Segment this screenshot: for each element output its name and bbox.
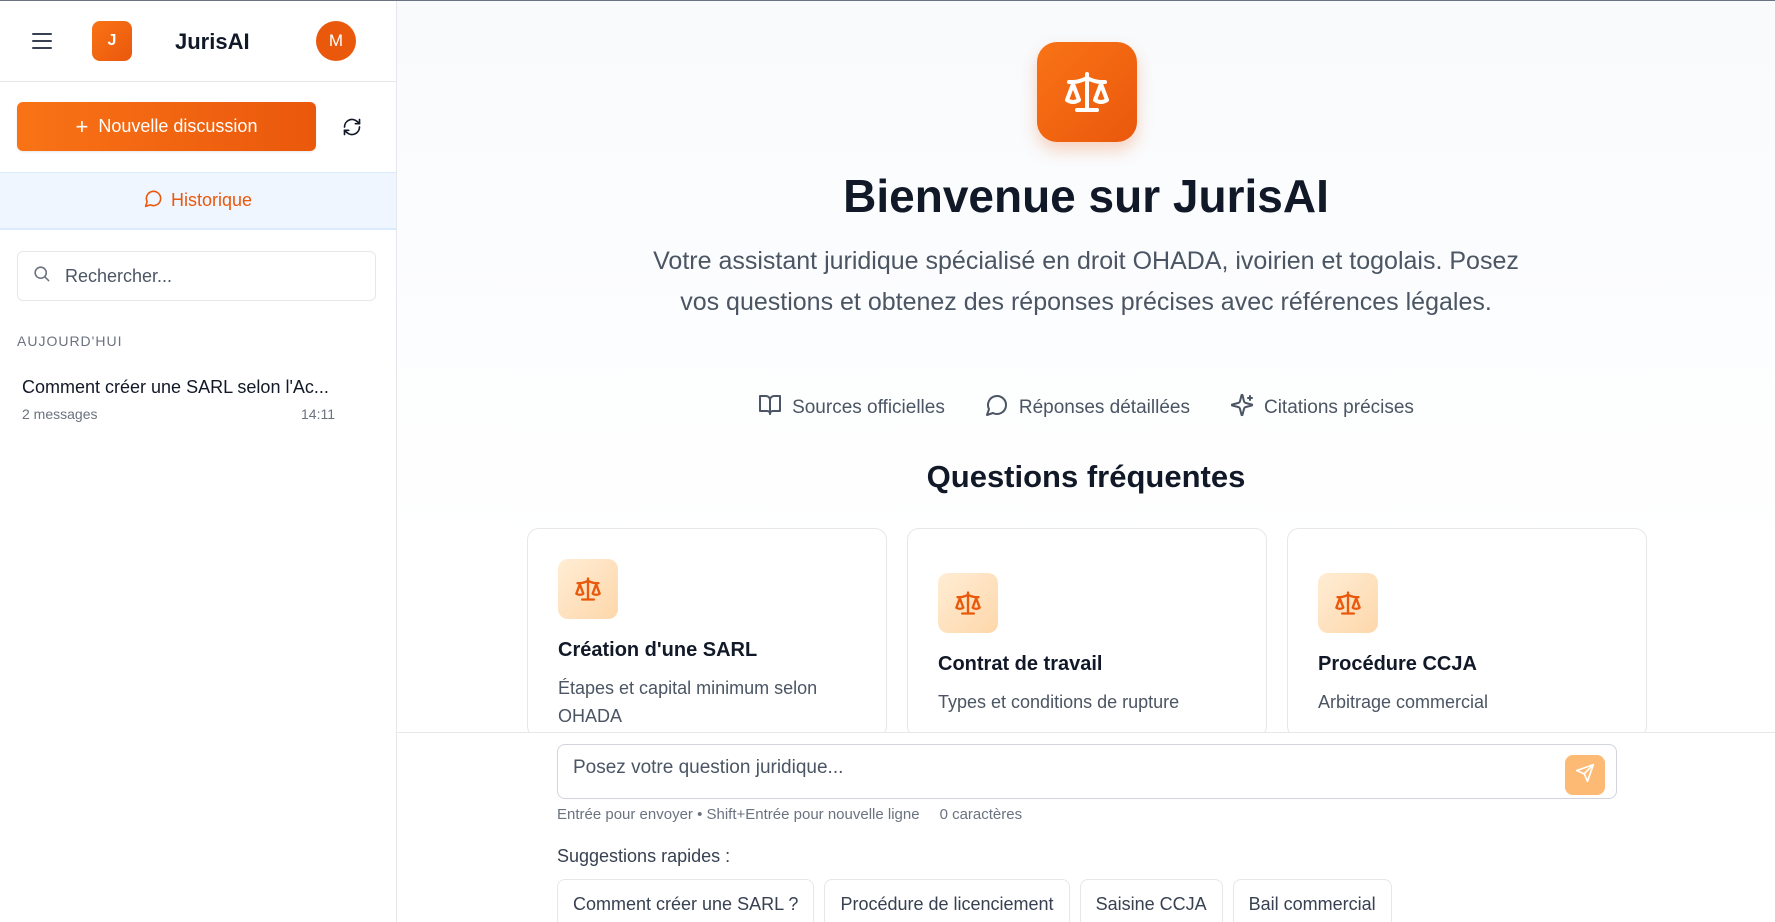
send-button[interactable] xyxy=(1565,755,1605,795)
conversation-meta: 2 messages 14:11 xyxy=(22,406,335,422)
feature-citations: Citations précises xyxy=(1230,393,1414,423)
card-title: Création d'une SARL xyxy=(558,639,758,661)
search-box xyxy=(17,251,376,301)
avatar[interactable]: M xyxy=(316,21,356,61)
scale-icon xyxy=(1318,573,1378,633)
faq-card-sarl[interactable]: Création d'une SARL Étapes et capital mi… xyxy=(527,528,887,738)
conversation-item[interactable]: Comment créer une SARL selon l'Ac... 2 m… xyxy=(10,367,347,431)
plus-icon: + xyxy=(75,113,89,139)
main-area: Bienvenue sur JurisAI Votre assistant ju… xyxy=(397,1,1775,922)
scale-icon xyxy=(938,573,998,633)
faq-card-contrat[interactable]: Contrat de travail Types et conditions d… xyxy=(907,528,1267,738)
feature-sources: Sources officielles xyxy=(758,393,945,423)
conversation-count: 2 messages xyxy=(22,406,98,422)
feature-citations-label: Citations précises xyxy=(1263,397,1414,418)
feature-sources-label: Sources officielles xyxy=(792,397,945,418)
question-input[interactable] xyxy=(573,757,1533,779)
suggestion-chip[interactable]: Comment créer une SARL ? xyxy=(557,879,815,922)
search-input[interactable] xyxy=(65,265,345,287)
app-logo: J xyxy=(92,21,132,61)
message-circle-icon xyxy=(985,393,1009,423)
book-icon xyxy=(758,393,782,423)
composer: Entrée pour envoyer • Shift+Entrée pour … xyxy=(397,732,1775,922)
send-icon xyxy=(1575,763,1595,788)
new-discussion-button[interactable]: + Nouvelle discussion xyxy=(17,102,316,151)
message-circle-icon xyxy=(144,189,163,213)
card-title: Procédure CCJA xyxy=(1318,653,1477,675)
new-discussion-row: + Nouvelle discussion xyxy=(17,102,396,152)
menu-icon[interactable] xyxy=(32,29,58,53)
sidebar-header: J JurisAI M xyxy=(0,1,396,82)
tab-historique-label: Historique xyxy=(170,190,253,210)
faq-title: Questions fréquentes xyxy=(926,459,1246,494)
feature-list: Sources officielles Réponses détaillées … xyxy=(397,393,1775,423)
page-title: Bienvenue sur JurisAI xyxy=(843,170,1329,222)
suggestion-chip[interactable]: Bail commercial xyxy=(1232,879,1392,922)
new-discussion-label: Nouvelle discussion xyxy=(98,116,258,136)
feature-responses-label: Réponses détaillées xyxy=(1018,397,1190,418)
sparkles-icon xyxy=(1230,393,1254,423)
faq-card-ccja[interactable]: Procédure CCJA Arbitrage commercial xyxy=(1287,528,1647,738)
conversation-title: Comment créer une SARL selon l'Ac... xyxy=(22,377,329,397)
refresh-icon[interactable] xyxy=(337,112,367,142)
page-subtitle: Votre assistant juridique spécialisé en … xyxy=(653,247,1519,316)
feature-responses: Réponses détaillées xyxy=(985,393,1190,423)
sidebar: J JurisAI M + Nouvelle discussion Histor… xyxy=(0,1,397,922)
scale-icon xyxy=(1037,42,1137,142)
quick-suggestions-label: Suggestions rapides : xyxy=(557,846,731,866)
app-name: JurisAI xyxy=(175,29,250,54)
search-icon xyxy=(32,264,51,288)
card-description: Étapes et capital minimum selon OHADA xyxy=(558,678,818,726)
suggestion-chip[interactable]: Saisine CCJA xyxy=(1079,879,1223,922)
tab-historique[interactable]: Historique xyxy=(0,172,396,230)
card-title: Contrat de travail xyxy=(938,653,1103,675)
card-description: Arbitrage commercial xyxy=(1318,692,1489,712)
section-today: AUJOURD'HUI xyxy=(17,333,123,349)
question-input-box xyxy=(557,744,1617,799)
hint-row: Entrée pour envoyer • Shift+Entrée pour … xyxy=(557,806,1022,823)
conversation-time: 14:11 xyxy=(301,406,335,422)
keyboard-hint: Entrée pour envoyer • Shift+Entrée pour … xyxy=(557,806,920,823)
card-description: Types et conditions de rupture xyxy=(938,692,1180,712)
char-count: 0 caractères xyxy=(939,806,1023,823)
quick-suggestions: Comment créer une SARL ? Procédure de li… xyxy=(557,879,1392,922)
scale-icon xyxy=(558,559,618,619)
suggestion-chip[interactable]: Procédure de licenciement xyxy=(824,879,1070,922)
